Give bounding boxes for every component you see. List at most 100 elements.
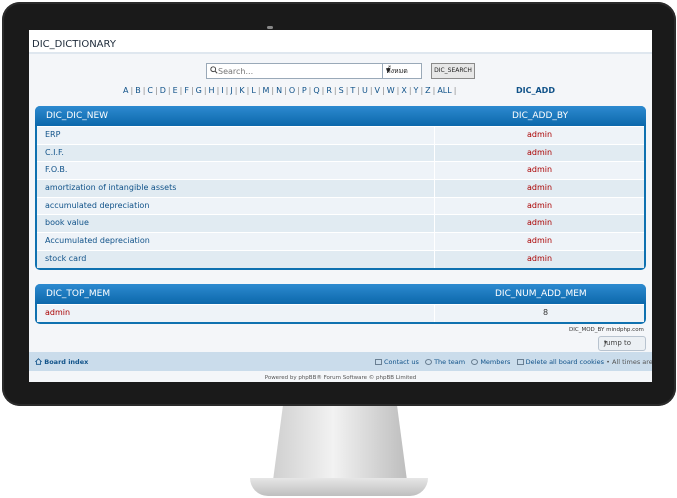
member-link[interactable]: admin — [45, 308, 70, 317]
word-link[interactable]: stock card — [45, 254, 86, 263]
alpha-separator: | — [396, 86, 400, 95]
alpha-link-c[interactable]: C — [147, 86, 153, 95]
alpha-separator: | — [453, 86, 457, 95]
envelope-icon — [375, 359, 382, 365]
added-by-link[interactable]: admin — [527, 201, 552, 210]
alpha-link-a[interactable]: A — [123, 86, 128, 95]
alpha-link-r[interactable]: R — [326, 86, 332, 95]
column-divider — [434, 197, 435, 215]
word-link[interactable]: amortization of intangible assets — [45, 183, 176, 192]
added-by-link[interactable]: admin — [527, 130, 552, 139]
column-divider — [434, 215, 435, 233]
added-by-link[interactable]: admin — [527, 218, 552, 227]
board-index-link[interactable]: Board index — [34, 358, 89, 366]
alpha-link-z[interactable]: Z — [425, 86, 430, 95]
monitor-base — [250, 478, 428, 496]
alpha-separator: | — [225, 86, 229, 95]
new-words-header: DIC_DIC_NEW DIC_ADD_BY — [35, 106, 646, 126]
monitor-frame: DIC_DICTIONARY ทั้งหมด ▼ DIC_SEARCH A|B|… — [2, 2, 676, 406]
column-divider — [434, 144, 435, 162]
alpha-separator: | — [271, 86, 275, 95]
screen: DIC_DICTIONARY ทั้งหมด ▼ DIC_SEARCH A|B|… — [29, 30, 652, 382]
table-row: C.I.F. admin — [37, 143, 644, 162]
column-header-word: DIC_DIC_NEW — [46, 111, 109, 121]
alpha-link-q[interactable]: Q — [313, 86, 319, 95]
alpha-separator: | — [308, 86, 312, 95]
alpha-link-w[interactable]: W — [387, 86, 395, 95]
table-row: admin 8 — [37, 304, 644, 322]
alpha-link-v[interactable]: V — [375, 86, 380, 95]
alpha-separator: | — [130, 86, 134, 95]
alpha-separator: | — [167, 86, 171, 95]
alpha-link-k[interactable]: K — [239, 86, 244, 95]
alpha-link-u[interactable]: U — [362, 86, 368, 95]
board-index-label: Board index — [44, 358, 89, 366]
added-by-link[interactable]: admin — [527, 148, 552, 157]
alpha-separator: | — [246, 86, 250, 95]
members-link[interactable]: Members — [471, 358, 510, 366]
alpha-link-all[interactable]: ALL — [437, 86, 451, 95]
monitor-stand — [272, 406, 408, 488]
team-icon — [425, 359, 433, 365]
column-divider — [434, 250, 435, 268]
alpha-separator: | — [369, 86, 373, 95]
alpha-link-e[interactable]: E — [173, 86, 178, 95]
word-link[interactable]: accumulated depreciation — [45, 201, 149, 210]
alpha-link-d[interactable]: D — [160, 86, 166, 95]
alpha-separator: | — [345, 86, 349, 95]
column-header-added-by: DIC_ADD_BY — [512, 111, 569, 121]
search-box[interactable] — [206, 63, 383, 79]
alpha-link-o[interactable]: O — [289, 86, 295, 95]
dic-add-link[interactable]: DIC_ADD — [516, 86, 555, 95]
alpha-link-l[interactable]: L — [251, 86, 255, 95]
alpha-separator: | — [190, 86, 194, 95]
table-row: ERP admin — [37, 126, 644, 144]
jump-to-select[interactable]: Jump to ▾ — [598, 336, 646, 351]
alpha-link-h[interactable]: H — [209, 86, 215, 95]
header-divider — [29, 52, 652, 54]
word-link[interactable]: ERP — [45, 130, 60, 139]
search-scope-select[interactable]: ทั้งหมด ▼ — [382, 63, 422, 79]
word-link[interactable]: Accumulated depreciation — [45, 236, 150, 245]
top-members-header: DIC_TOP_MEM DIC_NUM_ADD_MEM — [35, 284, 646, 304]
alpha-separator: | — [179, 86, 183, 95]
team-link[interactable]: The team — [425, 358, 465, 366]
alpha-separator: | — [420, 86, 424, 95]
table-row: F.O.B. admin — [37, 161, 644, 180]
added-by-link[interactable]: admin — [527, 236, 552, 245]
webcam-icon — [267, 26, 273, 29]
home-icon — [34, 358, 43, 365]
alpha-link-b[interactable]: B — [135, 86, 141, 95]
search-button[interactable]: DIC_SEARCH — [431, 63, 475, 79]
alpha-link-y[interactable]: Y — [414, 86, 419, 95]
alpha-link-n[interactable]: N — [276, 86, 282, 95]
delete-cookies-link[interactable]: Delete all board cookies — [516, 358, 604, 366]
alpha-link-i[interactable]: I — [221, 86, 223, 95]
alpha-separator: | — [216, 86, 220, 95]
column-divider — [434, 162, 435, 180]
alpha-link-x[interactable]: X — [401, 86, 406, 95]
alpha-link-f[interactable]: F — [184, 86, 189, 95]
alpha-link-p[interactable]: P — [302, 86, 307, 95]
word-link[interactable]: C.I.F. — [45, 148, 64, 157]
alpha-separator: | — [297, 86, 300, 95]
trash-icon — [516, 359, 524, 365]
search-input[interactable] — [218, 64, 378, 78]
word-count: 8 — [543, 308, 549, 317]
alpha-link-g[interactable]: G — [196, 86, 202, 95]
alpha-separator: | — [203, 86, 207, 95]
alpha-link-j[interactable]: J — [230, 86, 232, 95]
alpha-separator: | — [257, 86, 261, 95]
contact-link[interactable]: Contact us — [375, 358, 419, 366]
added-by-link[interactable]: admin — [527, 165, 552, 174]
column-divider — [434, 233, 435, 250]
alpha-link-s[interactable]: S — [339, 86, 344, 95]
alpha-link-m[interactable]: M — [263, 86, 270, 95]
alpha-separator: | — [408, 86, 412, 95]
added-by-link[interactable]: admin — [527, 254, 552, 263]
alpha-link-t[interactable]: T — [350, 86, 355, 95]
added-by-link[interactable]: admin — [527, 183, 552, 192]
word-link[interactable]: book value — [45, 218, 89, 227]
word-link[interactable]: F.O.B. — [45, 165, 67, 174]
alpha-separator: | — [432, 86, 436, 95]
